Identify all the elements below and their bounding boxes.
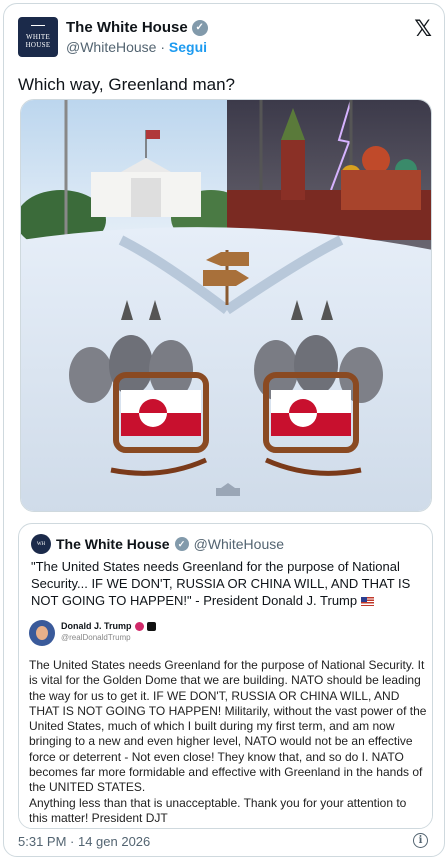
embedded-account-handle: @realDonaldTrump [61,633,131,642]
x-logo-icon[interactable]: 𝕏 [414,17,432,42]
quote-account-handle: @WhiteHouse [193,536,285,552]
avatar-text: WHITE HOUSE [25,33,51,49]
white-house-portico [131,178,161,217]
kremlin-tower [281,140,305,200]
follow-button[interactable]: Segui [169,39,207,55]
illustration [21,100,431,511]
name-line: The White House ✓ [66,19,208,36]
tweet-timestamp[interactable]: 5:31 PM · 14 gen 2026 [18,834,150,849]
quote-text: "The United States needs Greenland for t… [31,558,426,609]
embedded-post-body: The United States needs Greenland for th… [29,658,427,825]
affiliation-badge-icon [146,621,156,631]
tweet-card: WHITE HOUSE The White House ✓ @WhiteHous… [3,3,445,857]
verified-badge-icon [134,621,144,631]
dome-1 [362,146,390,174]
tweet-header: WHITE HOUSE The White House ✓ @WhiteHous… [18,17,432,65]
crest-icon [31,25,45,31]
account-name[interactable]: The White House [66,19,188,36]
verified-badge-icon: ✓ [191,19,208,36]
tweet-image[interactable] [20,99,432,512]
quote-account-name: The White House [56,536,170,552]
us-flag-icon [360,597,374,606]
cathedral-base [341,170,421,210]
embedded-name-line: Donald J. Trump [61,621,156,631]
quoted-tweet[interactable]: WH The White House ✓ @WhiteHouse "The Un… [18,523,433,829]
embedded-account-name: Donald J. Trump [61,621,132,631]
separator: · [160,39,166,55]
quote-header: WH The White House ✓ @WhiteHouse [31,534,284,554]
handle-line: @WhiteHouse · Segui [66,39,207,55]
quote-avatar: WH [31,534,51,554]
us-flag-wh [146,130,160,139]
account-handle[interactable]: @WhiteHouse [66,39,156,55]
quote-text-body: "The United States needs Greenland for t… [31,559,411,608]
tweet-text: Which way, Greenland man? [18,75,236,94]
info-icon[interactable]: i [413,833,428,848]
embedded-post-image: Donald J. Trump @realDonaldTrump The Uni… [19,610,432,828]
verified-badge-icon: ✓ [174,537,189,551]
trump-avatar [29,620,55,646]
avatar[interactable]: WHITE HOUSE [18,17,58,57]
